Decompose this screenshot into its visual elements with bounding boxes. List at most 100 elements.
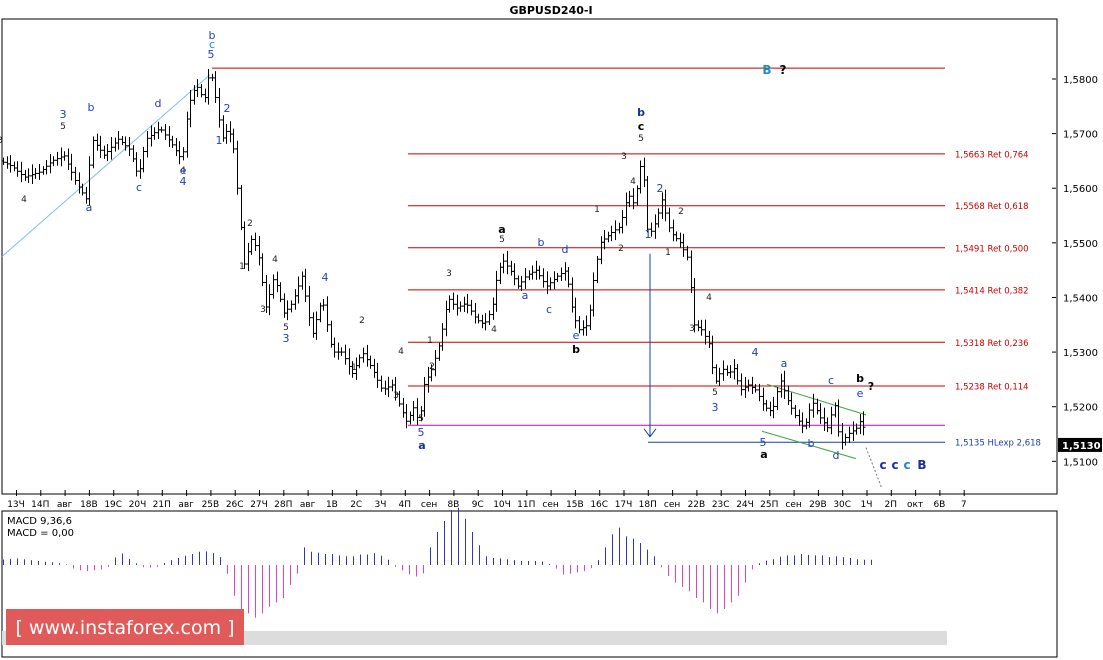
wave-label-24: 1 [351, 363, 357, 373]
wave-label-29: a [418, 439, 425, 452]
time-tick-label-24: 16С [590, 500, 608, 510]
projection-label-5: ? [780, 63, 787, 77]
projection-label-4: B [762, 63, 771, 77]
macd-label: MACD 9,36,6 [7, 516, 72, 527]
wave-label-23: 2 [359, 316, 365, 326]
time-tick-label-6: 21П [153, 500, 171, 510]
wave-label-47: 1 [594, 205, 600, 215]
wave-label-17: 1 [239, 262, 245, 272]
wave-label-57: 3 [712, 401, 719, 414]
time-tick-label-14: 2С [350, 500, 362, 510]
wave-label-27: 5 [418, 414, 424, 424]
time-tick-label-33: 29В [809, 500, 827, 510]
fib-level-label-1: 1,5568 Ret 0,618 [955, 202, 1029, 212]
time-tick-label-31: 25П [760, 500, 778, 510]
time-tick-label-8: 25В [202, 500, 220, 510]
price-tick-label-2: 1,5600 [1063, 184, 1098, 195]
time-tick-label-34: 30С [833, 500, 851, 510]
wave-label-33: 4 [491, 325, 497, 335]
projection-label-0: c [879, 458, 886, 472]
projection-label-1: c [891, 458, 898, 472]
watermark[interactable]: [ www.instaforex.com ] [6, 609, 244, 645]
time-tick-label-5: 20Ч [129, 500, 147, 510]
wave-label-50: 1 [645, 228, 652, 241]
time-tick-label-28: 22В [688, 500, 706, 510]
wave-label-52: 1 [665, 248, 671, 258]
time-tick-label-10: 27Ч [250, 500, 268, 510]
time-tick-label-23: 15В [566, 500, 584, 510]
fib-level-label-3: 1,5414 Ret 0,382 [955, 286, 1029, 296]
wave-label-41: b [572, 343, 580, 356]
wave-label-53: 4 [706, 293, 712, 303]
time-tick-label-3: 18В [80, 500, 98, 510]
price-tick-label-6: 1,5200 [1063, 403, 1098, 414]
time-tick-label-11: 28П [274, 500, 292, 510]
wave-label-37: d [562, 243, 569, 256]
wave-label-26: 3 [393, 391, 399, 401]
fib-level-label-0: 1,5663 Ret 0,764 [955, 150, 1029, 160]
time-tick-label-22: сен [542, 500, 558, 510]
time-tick-label-7: авг [178, 500, 194, 510]
wave-label-56: 5 [712, 388, 718, 398]
wave-label-35: 5 [499, 235, 505, 245]
time-tick-label-0: 13Ч [7, 500, 25, 510]
price-tick-label-0: 1,5800 [1063, 75, 1098, 86]
time-tick-label-1: 14П [31, 500, 49, 510]
time-tick-label-39: 7 [961, 500, 967, 510]
wave-label-13: 5 [208, 48, 215, 61]
wave-label-45: 3 [621, 152, 627, 162]
time-tick-label-2: авг [57, 500, 73, 510]
wave-label-46: 4 [630, 177, 636, 187]
projection-label-3: B [917, 458, 926, 472]
wave-label-2: 3 [60, 108, 67, 121]
chart: GBPUSD240-I 1,5663 Ret 0,764 1,5568 Ret 0… [0, 4, 1102, 658]
time-tick-label-16: 4П [399, 500, 412, 510]
wave-label-3: 5 [60, 122, 66, 132]
wave-label-28: 5 [418, 426, 425, 439]
wave-label-21: 3 [283, 332, 290, 345]
wave-label-43: c [638, 120, 645, 133]
wave-label-6: c [136, 181, 142, 194]
fib-level-label-4: 1,5318 Ret 0,236 [955, 339, 1029, 349]
time-tick-label-30: 24Ч [736, 500, 754, 510]
wave-label-59: a [760, 448, 767, 461]
time-tick-label-20: 10Ч [493, 500, 511, 510]
price-axis: 1,5800 1,5700 1,5600 1,5500 1,5400 1,5300 1,52… [1052, 75, 1102, 468]
target-level-label: 1,5135 HLexp 2,618 [955, 439, 1041, 449]
wave-label-16: 2 [247, 219, 253, 229]
macd-value-label: MACD = 0,00 [7, 528, 74, 539]
fib-level-label-5: 1,5238 Ret 0,114 [955, 382, 1029, 392]
main-panel [1, 18, 1058, 495]
wave-label-40: e [573, 329, 580, 342]
wave-label-61: b [808, 437, 815, 450]
wave-label-5: b [88, 101, 95, 114]
fib-level-label-2: 1,5491 Ret 0,500 [955, 244, 1029, 254]
time-tick-label-35: 1Ч [861, 500, 873, 510]
projection-label-2: c [903, 458, 910, 472]
wave-label-63: d [833, 449, 840, 462]
wave-label-14: 2 [224, 102, 231, 115]
time-tick-label-4: 19С [104, 500, 122, 510]
chart-title: GBPUSD240-I [509, 4, 592, 17]
wave-label-30: 1 [427, 336, 433, 346]
wave-label-62: c [828, 374, 834, 387]
wave-label-7: d [155, 97, 162, 110]
wave-label-0: 3 [0, 136, 3, 146]
time-tick-label-21: 11П [517, 500, 535, 510]
time-tick-label-15: 3Ч [375, 500, 387, 510]
wave-label-51: 2 [678, 207, 684, 217]
time-tick-label-36: 2П [885, 500, 898, 510]
time-tick-label-19: 9С [472, 500, 484, 510]
time-tick-label-13: 1В [326, 500, 338, 510]
price-tick-label-4: 1,5400 [1063, 293, 1098, 304]
price-tick-label-3: 1,5500 [1063, 239, 1098, 250]
wave-label-49: 2 [657, 182, 664, 195]
wave-label-18: 4 [272, 255, 278, 265]
time-tick-label-17: сен [421, 500, 437, 510]
wave-label-36: b [538, 236, 545, 249]
time-tick-label-18: 8В [447, 500, 459, 510]
time-tick-label-12: авг [300, 500, 316, 510]
wave-label-4: a [86, 201, 93, 214]
time-tick-label-26: 18П [639, 500, 657, 510]
wave-label-10: 4 [180, 175, 187, 188]
